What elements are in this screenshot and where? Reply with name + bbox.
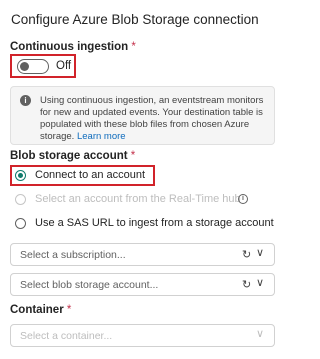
container-label: Container * [10, 304, 71, 316]
info-message: Using continuous ingestion, an eventstre… [40, 95, 264, 142]
continuous-ingestion-toggle[interactable]: Off [10, 54, 76, 78]
radio-sas-url[interactable]: Use a SAS URL to ingest from a storage a… [10, 215, 280, 233]
continuous-ingestion-text: Continuous ingestion [10, 41, 129, 53]
required-marker: * [130, 150, 136, 162]
radio-realtime-hub[interactable]: Select an account from the Real-Time hub… [10, 191, 280, 209]
subscription-dropdown[interactable]: Select a subscription... ↻ ∨ [10, 243, 275, 266]
learn-more-link[interactable]: Learn more [77, 131, 126, 142]
chevron-down-icon: ∨ [256, 277, 265, 289]
radio-label-connect-account: Connect to an account [35, 169, 146, 181]
radio-button[interactable] [15, 218, 26, 229]
info-icon: i [20, 95, 31, 106]
radio-button-checked[interactable] [15, 170, 26, 181]
toggle-state-label: Off [56, 60, 72, 72]
toggle-switch[interactable] [17, 59, 49, 74]
refresh-icon[interactable]: ↻ [242, 248, 251, 261]
refresh-icon[interactable]: ↻ [242, 278, 251, 291]
info-text: Using continuous ingestion, an eventstre… [40, 95, 270, 143]
required-marker: * [66, 304, 72, 316]
radio-button-disabled[interactable] [15, 194, 26, 205]
radio-label-realtime-hub: Select an account from the Real-Time hub [35, 193, 241, 205]
toggle-knob [20, 62, 29, 71]
chevron-down-icon: ∨ [256, 328, 265, 340]
container-text: Container [10, 304, 64, 316]
blob-storage-account-label: Blob storage account * [10, 150, 135, 162]
required-marker: * [131, 41, 136, 53]
info-icon[interactable]: i [238, 194, 248, 204]
container-placeholder: Select a container... [20, 330, 113, 342]
account-placeholder: Select blob storage account... [20, 279, 159, 291]
blob-storage-account-dropdown[interactable]: Select blob storage account... ↻ ∨ [10, 273, 275, 296]
blob-storage-account-text: Blob storage account [10, 150, 128, 162]
container-dropdown[interactable]: Select a container... ∨ [10, 324, 275, 347]
chevron-down-icon: ∨ [256, 247, 265, 259]
radio-connect-account[interactable]: Connect to an account [10, 167, 280, 185]
continuous-ingestion-label: Continuous ingestion * [10, 41, 136, 53]
dialog-title: Configure Azure Blob Storage connection [11, 12, 259, 27]
info-message-bar: i Using continuous ingestion, an eventst… [10, 86, 275, 145]
radio-label-sas-url: Use a SAS URL to ingest from a storage a… [35, 217, 274, 229]
subscription-placeholder: Select a subscription... [20, 249, 126, 261]
